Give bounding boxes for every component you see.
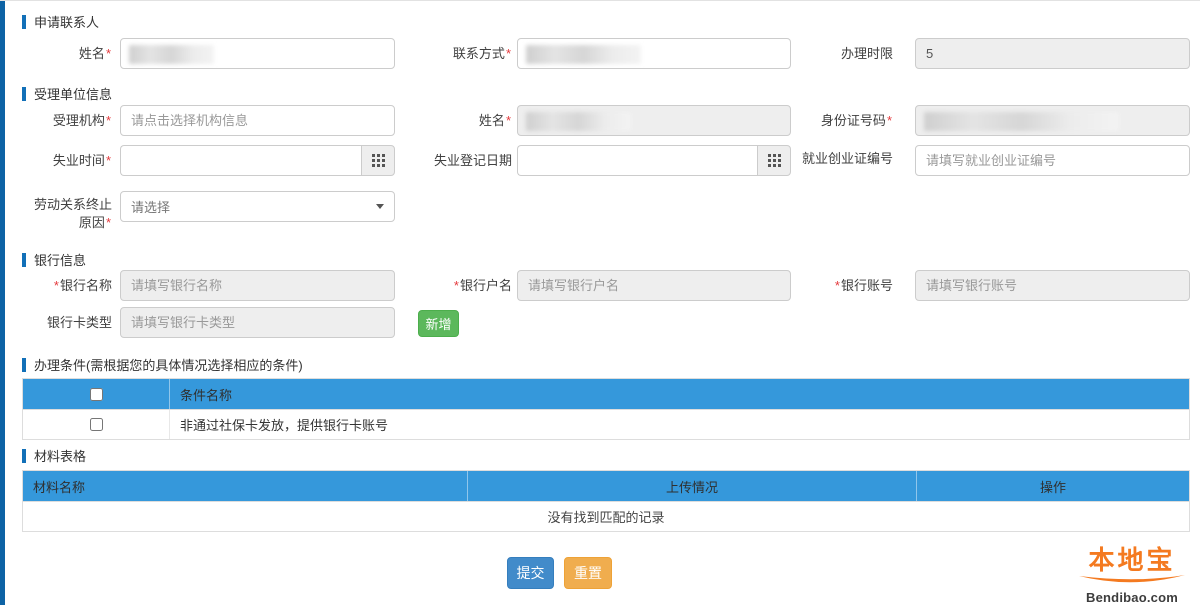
contact-label: 联系方式* bbox=[408, 45, 512, 63]
agency-input[interactable] bbox=[120, 105, 395, 136]
calendar-grid-icon bbox=[372, 154, 385, 167]
unemployment-time-field bbox=[120, 145, 395, 176]
bank-card-type-label: 银行卡类型 bbox=[22, 314, 112, 332]
logo-domain-text: Bendibao.com bbox=[1076, 590, 1188, 605]
id-number-input bbox=[915, 105, 1190, 136]
id-number-label: 身份证号码* bbox=[798, 112, 893, 130]
bank-account-no-input bbox=[915, 270, 1190, 301]
redacted-value bbox=[526, 112, 631, 131]
bank-account-name-input bbox=[517, 270, 791, 301]
redacted-value bbox=[129, 45, 214, 64]
conditions-select-all-checkbox[interactable] bbox=[90, 388, 103, 401]
section-title: 受理单位信息 bbox=[34, 84, 112, 103]
bank-card-type-input bbox=[120, 307, 395, 338]
redacted-value bbox=[526, 45, 641, 64]
table-row: 非通过社保卡发放，提供银行卡账号 bbox=[23, 409, 1189, 439]
calendar-grid-icon bbox=[768, 154, 781, 167]
name-input[interactable] bbox=[120, 38, 395, 69]
section-accepting-unit: 受理单位信息 bbox=[22, 84, 112, 103]
logo-cn-text: 本地宝 bbox=[1076, 546, 1188, 574]
time-limit-label: 办理时限 bbox=[798, 45, 893, 63]
date-picker-button[interactable] bbox=[757, 145, 791, 176]
unemployment-time-label: 失业时间* bbox=[22, 152, 112, 170]
section-bank-info: 银行信息 bbox=[22, 250, 86, 269]
bank-account-name-label: *银行户名 bbox=[408, 277, 512, 295]
section-marker-icon bbox=[22, 253, 26, 267]
submit-button[interactable]: 提交 bbox=[507, 557, 554, 589]
section-marker-icon bbox=[22, 449, 26, 463]
unemployment-reg-date-label: 失业登记日期 bbox=[408, 152, 512, 170]
add-bank-button[interactable]: 新增 bbox=[418, 310, 459, 337]
time-limit-input bbox=[915, 38, 1190, 69]
employment-cert-no-label: 就业创业证编号 bbox=[798, 150, 893, 168]
reset-button[interactable]: 重置 bbox=[564, 557, 612, 589]
materials-table-header: 材料名称 上传情况 操作 bbox=[23, 471, 1189, 501]
unemployment-time-input[interactable] bbox=[120, 145, 361, 176]
condition-name-header: 条件名称 bbox=[169, 379, 1189, 409]
contact-input[interactable] bbox=[517, 38, 791, 69]
section-marker-icon bbox=[22, 358, 26, 372]
section-materials: 材料表格 bbox=[22, 446, 86, 465]
logo-swoosh-icon bbox=[1077, 574, 1187, 586]
termination-reason-label: 劳动关系终止原因* bbox=[22, 196, 112, 232]
empty-table-message: 没有找到匹配的记录 bbox=[23, 501, 1189, 531]
section-title: 申请联系人 bbox=[34, 12, 99, 31]
selected-option: 请选择 bbox=[131, 197, 170, 216]
chevron-down-icon bbox=[376, 204, 384, 209]
section-title: 银行信息 bbox=[34, 250, 86, 269]
upload-status-header: 上传情况 bbox=[467, 471, 916, 501]
conditions-table-header: 条件名称 bbox=[23, 379, 1189, 409]
section-conditions: 办理条件(需根据您的具体情况选择相应的条件) bbox=[22, 355, 303, 374]
bendibao-logo: 本地宝 Bendibao.com bbox=[1076, 546, 1188, 605]
unemployment-reg-date-input[interactable] bbox=[517, 145, 757, 176]
material-name-header: 材料名称 bbox=[23, 471, 467, 501]
section-marker-icon bbox=[22, 87, 26, 101]
bank-account-no-label: *银行账号 bbox=[798, 277, 893, 295]
termination-reason-select[interactable]: 请选择 bbox=[120, 191, 395, 222]
section-marker-icon bbox=[22, 15, 26, 29]
bank-name-label: *银行名称 bbox=[22, 277, 112, 295]
unemployment-reg-date-field bbox=[517, 145, 791, 176]
materials-table: 材料名称 上传情况 操作 没有找到匹配的记录 bbox=[22, 470, 1190, 532]
page-left-accent-bar bbox=[0, 1, 5, 605]
agency-label: 受理机构* bbox=[22, 112, 112, 130]
condition-checkbox[interactable] bbox=[90, 418, 103, 431]
section-title: 材料表格 bbox=[34, 446, 86, 465]
name2-input bbox=[517, 105, 791, 136]
section-applicant-contact: 申请联系人 bbox=[22, 12, 99, 31]
employment-cert-no-input[interactable] bbox=[915, 145, 1190, 176]
name-label: 姓名* bbox=[22, 45, 112, 63]
condition-name: 非通过社保卡发放，提供银行卡账号 bbox=[169, 410, 1189, 439]
actions-header: 操作 bbox=[916, 471, 1189, 501]
redacted-value bbox=[924, 112, 1119, 131]
date-picker-button[interactable] bbox=[361, 145, 395, 176]
section-title: 办理条件(需根据您的具体情况选择相应的条件) bbox=[34, 355, 303, 374]
bank-name-input bbox=[120, 270, 395, 301]
name2-label: 姓名* bbox=[408, 112, 512, 130]
conditions-table: 条件名称 非通过社保卡发放，提供银行卡账号 bbox=[22, 378, 1190, 440]
